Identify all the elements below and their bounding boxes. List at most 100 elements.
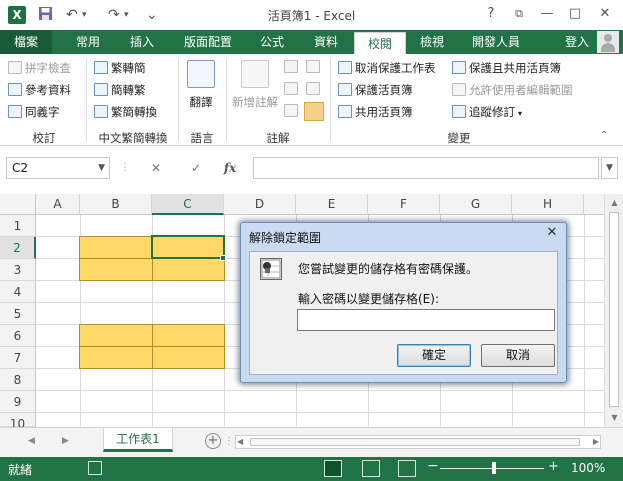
previous-sheet-icon[interactable]: ◀ (28, 436, 35, 446)
tab-page-layout[interactable]: 版面配置 (176, 30, 240, 54)
column-header[interactable]: H (512, 194, 584, 215)
macro-record-icon[interactable] (88, 461, 102, 475)
row-header[interactable]: 10 (0, 413, 36, 427)
unprotect-sheet-button[interactable]: 取消保護工作表 (338, 60, 436, 76)
protect-and-share-button[interactable]: 保護且共用活頁簿 (452, 60, 561, 76)
column-header[interactable]: C (152, 194, 224, 215)
dialog-close-icon[interactable]: ✕ (542, 224, 562, 242)
zoom-in-icon[interactable]: + (548, 459, 559, 474)
name-box[interactable]: C2 ▼ (6, 157, 110, 179)
column-header[interactable] (584, 194, 604, 215)
locked-cell-c7[interactable] (152, 346, 225, 369)
enter-entry-icon[interactable]: ✓ (184, 157, 208, 179)
tab-developer[interactable]: 開發人員 (464, 30, 528, 54)
scroll-right-icon[interactable]: ▶ (593, 436, 599, 448)
row-header[interactable]: 5 (0, 303, 36, 325)
collapse-ribbon-icon[interactable]: ⌃ (600, 130, 608, 141)
simplified-to-traditional-button[interactable]: 簡轉繁 (94, 82, 146, 98)
sheet-tab-sheet1[interactable]: 工作表1 (103, 428, 173, 452)
row-header[interactable]: 8 (0, 369, 36, 391)
row-header[interactable]: 4 (0, 281, 36, 303)
chinese-conversion-button[interactable]: 繁簡轉換 (94, 104, 157, 120)
row-header[interactable]: 6 (0, 325, 36, 347)
page-break-view-icon[interactable] (398, 460, 416, 477)
track-changes-button[interactable]: 追蹤修訂 ▾ (452, 104, 522, 120)
traditional-to-simplified-button[interactable]: 繁轉簡 (94, 60, 146, 76)
column-header[interactable]: G (440, 194, 512, 215)
show-comment-icon[interactable] (306, 60, 323, 74)
row-header[interactable]: 2 (0, 237, 36, 259)
insert-function-icon[interactable]: fx (218, 157, 242, 179)
protect-workbook-button[interactable]: 保護活頁簿 (338, 82, 413, 98)
tab-home[interactable]: 常用 (66, 30, 110, 54)
column-header[interactable]: A (36, 194, 80, 215)
locked-cell-c3[interactable] (152, 258, 225, 281)
chevron-down-icon[interactable]: ▼ (98, 158, 105, 178)
avatar[interactable] (597, 31, 619, 53)
add-sheet-icon[interactable]: + (205, 433, 221, 449)
locked-cell-b3[interactable] (79, 258, 153, 281)
formula-input[interactable] (253, 157, 599, 179)
ok-button[interactable]: 確定 (397, 344, 471, 367)
select-all-button[interactable] (0, 194, 36, 215)
scroll-up-icon[interactable]: ▲ (605, 195, 623, 211)
share-workbook-button[interactable]: 共用活頁簿 (338, 104, 413, 120)
close-button[interactable]: ✕ (592, 4, 618, 24)
normal-view-icon[interactable] (324, 460, 342, 477)
ribbon-display-icon[interactable]: ⧉ (506, 4, 532, 24)
tab-file[interactable]: 檔案 (0, 30, 52, 54)
column-header[interactable]: F (368, 194, 440, 215)
scroll-thumb[interactable] (609, 212, 619, 407)
tab-insert[interactable]: 插入 (120, 30, 164, 54)
next-comment-icon[interactable] (284, 104, 301, 118)
locked-cell-b2[interactable] (79, 236, 153, 259)
show-all-comments-icon[interactable] (306, 82, 323, 96)
group-label-chinese: 中文繁簡轉換 (98, 131, 168, 145)
help-icon[interactable]: ? (478, 4, 504, 24)
show-ink-icon[interactable] (304, 102, 324, 121)
tab-formulas[interactable]: 公式 (250, 30, 294, 54)
delete-comment-icon[interactable] (284, 60, 301, 74)
split-grip-icon[interactable]: ⋮ (224, 436, 234, 447)
cancel-button[interactable]: 取消 (481, 344, 555, 367)
allow-edit-ranges-button[interactable]: 允許使用者編輯範圍 (452, 82, 573, 98)
page-layout-view-icon[interactable] (362, 460, 380, 477)
research-button[interactable]: 參考資料 (8, 82, 71, 98)
cancel-entry-icon[interactable]: ✕ (144, 157, 168, 179)
column-header[interactable]: D (224, 194, 296, 215)
row-header[interactable]: 7 (0, 347, 36, 369)
row-header[interactable]: 3 (0, 259, 36, 281)
active-cell-c2[interactable] (151, 235, 225, 259)
sign-in-link[interactable]: 登入 (565, 30, 589, 54)
column-header[interactable]: B (80, 194, 152, 215)
spell-check-button[interactable]: 拼字檢查 (8, 60, 71, 76)
translate-button[interactable]: 翻譯 (186, 60, 216, 110)
new-comment-button[interactable]: 新增註解 (230, 60, 280, 110)
fill-handle[interactable] (220, 255, 226, 261)
expand-formula-bar-icon[interactable]: ▼ (601, 157, 618, 179)
maximize-button[interactable]: □ (562, 4, 588, 24)
vertical-scrollbar[interactable]: ▲ ▼ (604, 194, 623, 427)
locked-cell-c6[interactable] (152, 324, 225, 347)
zoom-out-icon[interactable]: − (427, 458, 439, 474)
password-input[interactable] (297, 309, 555, 331)
horizontal-scrollbar[interactable]: ◀ ▶ (235, 435, 601, 449)
previous-comment-icon[interactable] (284, 82, 301, 96)
next-sheet-icon[interactable]: ▶ (62, 436, 69, 446)
zoom-level[interactable]: 100% (571, 461, 605, 475)
thesaurus-button[interactable]: 同義字 (8, 104, 60, 120)
locked-cell-b6[interactable] (79, 324, 153, 347)
tab-review[interactable]: 校閱 (354, 32, 406, 54)
column-header[interactable]: E (296, 194, 368, 215)
row-header[interactable]: 9 (0, 391, 36, 413)
row-header[interactable]: 1 (0, 215, 36, 237)
tab-view[interactable]: 檢視 (410, 30, 454, 54)
tab-data[interactable]: 資料 (304, 30, 348, 54)
formula-bar-grip-icon: ⋮ (120, 162, 130, 173)
locked-cell-b7[interactable] (79, 346, 153, 369)
zoom-slider-thumb[interactable] (492, 462, 496, 474)
scroll-thumb[interactable] (250, 438, 580, 446)
scroll-left-icon[interactable]: ◀ (237, 436, 243, 448)
minimize-button[interactable]: — (534, 4, 560, 24)
scroll-down-icon[interactable]: ▼ (605, 410, 623, 426)
